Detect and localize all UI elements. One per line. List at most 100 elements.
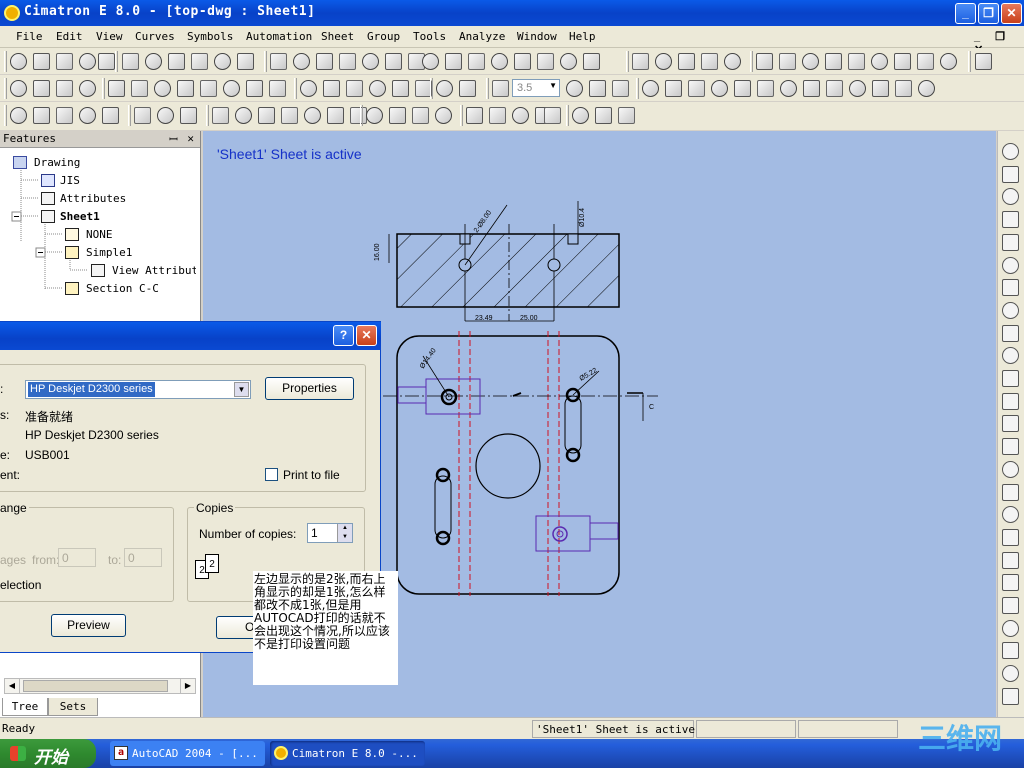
tool-icon[interactable]	[145, 53, 162, 70]
tool-icon[interactable]	[56, 53, 73, 70]
tool-icon[interactable]	[235, 107, 252, 124]
preview-button[interactable]: Preview	[51, 614, 126, 637]
tool-icon[interactable]	[191, 53, 208, 70]
selection-label[interactable]: election	[0, 578, 41, 592]
tool-icon[interactable]	[544, 107, 561, 124]
tool-icon[interactable]	[825, 53, 842, 70]
toolbar-grip[interactable]	[968, 51, 971, 72]
draw-tool-icon[interactable]	[1002, 256, 1019, 274]
tool-icon[interactable]	[632, 53, 649, 70]
tool-icon[interactable]	[918, 80, 935, 97]
menu-symbols[interactable]: Symbols	[187, 30, 233, 43]
tool-icon[interactable]	[422, 53, 439, 70]
tree-item-jis[interactable]: JIS	[60, 174, 80, 187]
draw-tool-icon[interactable]	[1002, 506, 1019, 524]
tab-sets[interactable]: Sets	[48, 698, 98, 716]
tool-icon[interactable]	[895, 80, 912, 97]
tool-icon[interactable]	[385, 53, 402, 70]
tool-icon[interactable]	[583, 53, 600, 70]
toolbar-grip[interactable]	[264, 51, 267, 72]
menu-file[interactable]: File	[16, 30, 43, 43]
pin-icon[interactable]: ꟷ	[169, 132, 178, 147]
tool-icon[interactable]	[316, 53, 333, 70]
toolbar-grip[interactable]	[115, 51, 118, 72]
tool-icon[interactable]	[212, 107, 229, 124]
to-input[interactable]: 0	[124, 548, 162, 567]
tool-icon[interactable]	[566, 80, 583, 97]
tool-icon[interactable]	[724, 53, 741, 70]
scroll-right-icon[interactable]: ▶	[180, 679, 195, 693]
tool-icon[interactable]	[33, 80, 50, 97]
draw-tool-icon[interactable]	[1002, 438, 1019, 456]
tool-icon[interactable]	[466, 107, 483, 124]
ok-button[interactable]: O	[216, 616, 256, 639]
tab-tree[interactable]: Tree	[2, 698, 48, 716]
tool-icon[interactable]	[803, 80, 820, 97]
tool-icon[interactable]	[346, 80, 363, 97]
tool-icon[interactable]	[102, 107, 119, 124]
properties-button[interactable]: Properties	[265, 377, 354, 400]
toolbar-grip[interactable]	[4, 78, 7, 99]
help-button[interactable]: ?	[333, 325, 354, 346]
tool-icon[interactable]	[711, 80, 728, 97]
tool-icon[interactable]	[872, 80, 889, 97]
toolbar-grip[interactable]	[4, 105, 7, 126]
toolbar-grip[interactable]	[128, 105, 131, 126]
tool-icon[interactable]	[237, 53, 254, 70]
tool-icon[interactable]	[270, 53, 287, 70]
draw-tool-icon[interactable]	[1002, 233, 1019, 251]
cimatron-app-icon[interactable]	[4, 5, 20, 21]
tree-item-view-attributes[interactable]: View Attributes	[112, 264, 196, 277]
start-button[interactable]: 开始	[0, 739, 96, 768]
draw-tool-icon[interactable]	[1002, 143, 1019, 160]
draw-tool-icon[interactable]	[1002, 392, 1019, 410]
menu-tools[interactable]: Tools	[413, 30, 446, 43]
toolbar-grip[interactable]	[486, 78, 489, 99]
tool-icon[interactable]	[122, 53, 139, 70]
tool-icon[interactable]	[678, 53, 695, 70]
tool-icon[interactable]	[389, 107, 406, 124]
tool-icon[interactable]	[572, 107, 589, 124]
tool-icon[interactable]	[366, 107, 383, 124]
tool-icon[interactable]	[281, 107, 298, 124]
draw-tool-icon[interactable]	[1002, 347, 1019, 365]
tool-icon[interactable]	[849, 80, 866, 97]
tool-icon[interactable]	[975, 53, 992, 70]
draw-tool-icon[interactable]	[1002, 687, 1019, 705]
tool-icon[interactable]	[10, 107, 27, 124]
tool-icon[interactable]	[940, 53, 957, 70]
tool-icon[interactable]	[489, 107, 506, 124]
tool-icon[interactable]	[79, 80, 96, 97]
tool-icon[interactable]	[134, 107, 151, 124]
tool-icon[interactable]	[293, 53, 310, 70]
menu-group[interactable]: Group	[367, 30, 400, 43]
menu-curves[interactable]: Curves	[135, 30, 175, 43]
tool-icon[interactable]	[362, 53, 379, 70]
tool-icon[interactable]	[79, 107, 96, 124]
tool-icon[interactable]	[512, 107, 529, 124]
tool-icon[interactable]	[108, 80, 125, 97]
tool-icon[interactable]	[339, 53, 356, 70]
dim-23-49[interactable]: 23.49	[475, 315, 493, 322]
tool-icon[interactable]	[871, 53, 888, 70]
dim-dia14-40[interactable]: Ø14.40	[419, 347, 438, 370]
tool-icon[interactable]	[491, 53, 508, 70]
tool-icon[interactable]	[618, 107, 635, 124]
tool-icon[interactable]	[917, 53, 934, 70]
number-of-copies-input[interactable]: 1 ▲ ▼	[307, 523, 353, 543]
tool-icon[interactable]	[589, 80, 606, 97]
tree-item-section-cc[interactable]: Section C-C	[86, 282, 159, 295]
tool-icon[interactable]	[79, 53, 96, 70]
tool-icon[interactable]	[642, 80, 659, 97]
tool-icon[interactable]	[492, 80, 509, 97]
tool-icon[interactable]	[468, 53, 485, 70]
draw-tool-icon[interactable]	[1002, 551, 1019, 569]
tool-icon[interactable]	[537, 53, 554, 70]
dim-16[interactable]: 16.00	[374, 243, 381, 261]
toolbar-grip[interactable]	[430, 78, 433, 99]
draw-tool-icon[interactable]	[1002, 370, 1019, 387]
taskbar-cimatron[interactable]: Cimatron E 8.0 -...	[270, 741, 425, 766]
tool-icon[interactable]	[300, 80, 317, 97]
tool-icon[interactable]	[612, 80, 629, 97]
text-height-combo[interactable]: 3.5 ▼	[512, 79, 560, 97]
